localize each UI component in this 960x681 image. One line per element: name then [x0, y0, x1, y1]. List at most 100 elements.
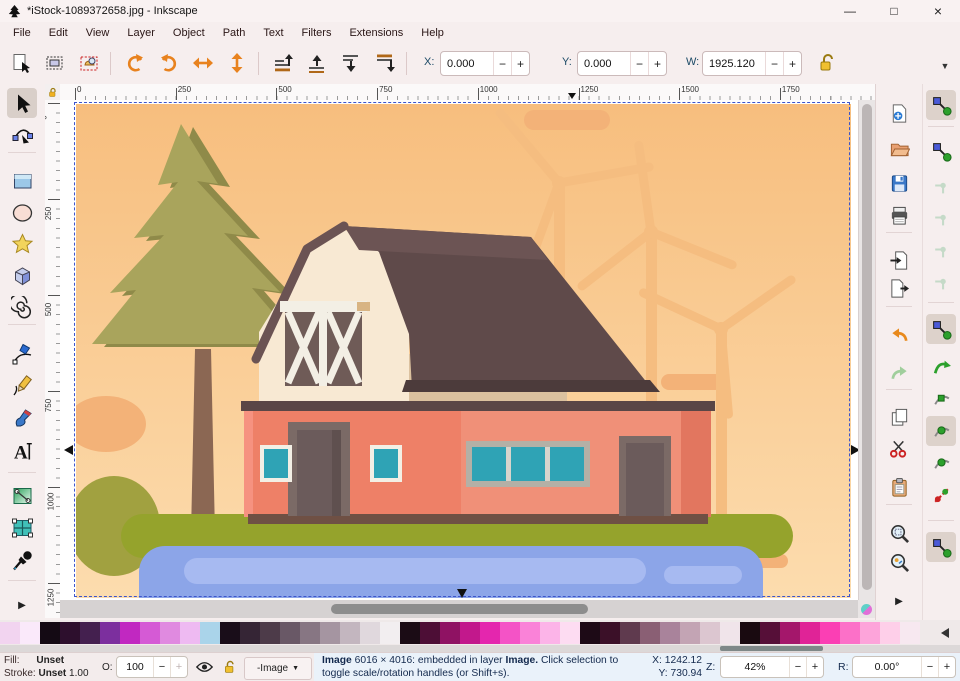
- palette-swatch[interactable]: [340, 622, 360, 644]
- palette-swatch[interactable]: [460, 622, 480, 644]
- w-plus-button[interactable]: +: [783, 52, 801, 75]
- commands-bar-expander[interactable]: ▶: [884, 586, 914, 616]
- tool-node-editor[interactable]: [7, 118, 37, 148]
- palette-swatch[interactable]: [160, 622, 180, 644]
- zoom-value[interactable]: 42%: [721, 657, 789, 677]
- zoom-plus-button[interactable]: +: [806, 657, 823, 677]
- snap-others-toggle[interactable]: [926, 532, 956, 562]
- opacity-plus-button[interactable]: +: [170, 657, 187, 677]
- menu-path[interactable]: Path: [214, 25, 255, 41]
- import-button[interactable]: [884, 245, 914, 275]
- y-field-value[interactable]: 0.000: [578, 52, 630, 75]
- tool-selector[interactable]: [7, 88, 37, 118]
- rotate-cw-button[interactable]: [154, 48, 184, 78]
- tool-dropper[interactable]: [7, 545, 37, 575]
- duplicate-button[interactable]: [884, 402, 914, 432]
- palette-swatch[interactable]: [220, 622, 240, 644]
- page-image[interactable]: [75, 103, 852, 599]
- toolbar-overflow-button[interactable]: ▼: [930, 51, 960, 81]
- document-new-button[interactable]: [884, 98, 914, 128]
- palette-swatch[interactable]: [580, 622, 600, 644]
- opacity-minus-button[interactable]: −: [153, 657, 170, 677]
- zoom-selection-button[interactable]: [884, 518, 914, 548]
- x-minus-button[interactable]: −: [493, 52, 511, 75]
- tool-mesh[interactable]: [7, 512, 37, 542]
- zoom-drawing-button[interactable]: [884, 547, 914, 577]
- w-field-value[interactable]: 1925.120: [703, 52, 765, 75]
- palette-swatch[interactable]: [800, 622, 820, 644]
- rotation-plus-button[interactable]: +: [938, 657, 955, 677]
- cms-toggle[interactable]: [858, 600, 875, 618]
- palette-swatch[interactable]: [560, 622, 580, 644]
- rotation-value[interactable]: 0.00°: [853, 657, 921, 677]
- menu-edit[interactable]: Edit: [40, 25, 77, 41]
- palette-swatch[interactable]: [840, 622, 860, 644]
- palette-swatch[interactable]: [300, 622, 320, 644]
- document-print-button[interactable]: [884, 200, 914, 230]
- snap-midpoints-toggle[interactable]: [926, 480, 956, 510]
- palette-swatch[interactable]: [20, 622, 40, 644]
- horizontal-scrollbar[interactable]: [60, 600, 858, 618]
- palette-swatch[interactable]: [540, 622, 560, 644]
- palette-swatch[interactable]: [660, 622, 680, 644]
- palette-swatch[interactable]: [700, 622, 720, 644]
- fill-value[interactable]: Unset: [36, 655, 64, 666]
- zoom-field[interactable]: 42% − +: [720, 656, 824, 678]
- palette-swatch[interactable]: [40, 622, 60, 644]
- menu-file[interactable]: File: [4, 25, 40, 41]
- opacity-field[interactable]: 100 − +: [116, 656, 188, 678]
- rotation-minus-button[interactable]: −: [921, 657, 938, 677]
- tool-calligraphy[interactable]: [7, 402, 37, 432]
- palette-swatch[interactable]: [200, 622, 220, 644]
- lower-to-bottom-button[interactable]: [370, 48, 400, 78]
- palette-scrollbar[interactable]: [0, 645, 960, 652]
- undo-button[interactable]: [884, 320, 914, 350]
- x-field[interactable]: 0.000 − +: [440, 51, 530, 76]
- snap-bbox-edges-toggle[interactable]: [926, 170, 956, 200]
- flip-vertical-button[interactable]: [222, 48, 252, 78]
- menu-text[interactable]: Text: [254, 25, 292, 41]
- palette-swatch[interactable]: [180, 622, 200, 644]
- tool-ellipse[interactable]: [7, 197, 37, 227]
- x-field-value[interactable]: 0.000: [441, 52, 493, 75]
- vertical-scrollbar-thumb[interactable]: [862, 104, 872, 590]
- tool-spiral[interactable]: [7, 292, 37, 322]
- opacity-value[interactable]: 100: [117, 657, 153, 677]
- document-open-button[interactable]: [884, 133, 914, 163]
- palette-swatch[interactable]: [600, 622, 620, 644]
- snap-bounding-box-toggle[interactable]: [926, 136, 956, 166]
- snap-enabled-toggle[interactable]: [926, 90, 956, 120]
- zoom-minus-button[interactable]: −: [789, 657, 806, 677]
- y-field[interactable]: 0.000 − +: [577, 51, 667, 76]
- menu-help[interactable]: Help: [412, 25, 453, 41]
- w-field[interactable]: 1925.120 − +: [702, 51, 802, 76]
- palette-swatch[interactable]: [900, 622, 920, 644]
- vertical-ruler[interactable]: 025050075010001250: [45, 100, 61, 618]
- x-plus-button[interactable]: +: [511, 52, 529, 75]
- snap-path-intersections-toggle[interactable]: [926, 384, 956, 414]
- menu-filters[interactable]: Filters: [293, 25, 341, 41]
- menu-layer[interactable]: Layer: [118, 25, 164, 41]
- stroke-value[interactable]: Unset: [38, 668, 66, 679]
- snap-cusp-nodes-toggle[interactable]: [926, 416, 956, 446]
- toolbox-expander[interactable]: ▶: [7, 590, 37, 620]
- cut-button[interactable]: [884, 433, 914, 463]
- palette-swatch[interactable]: [720, 622, 740, 644]
- lower-button[interactable]: [336, 48, 366, 78]
- palette-swatch[interactable]: [480, 622, 500, 644]
- palette-swatch[interactable]: [80, 622, 100, 644]
- flip-horizontal-button[interactable]: [188, 48, 218, 78]
- tool-box-3d[interactable]: [7, 260, 37, 290]
- ruler-corner[interactable]: [45, 84, 61, 101]
- snap-nodes-toggle[interactable]: [926, 314, 956, 344]
- palette-swatch[interactable]: [420, 622, 440, 644]
- export-button[interactable]: [884, 273, 914, 303]
- canvas[interactable]: [60, 100, 858, 600]
- palette-swatch[interactable]: [280, 622, 300, 644]
- menu-view[interactable]: View: [77, 25, 119, 41]
- maximize-button[interactable]: □: [872, 0, 916, 22]
- palette-scroll-left-button[interactable]: [941, 628, 949, 638]
- layer-lock-icon[interactable]: [222, 659, 237, 675]
- palette-swatch[interactable]: [760, 622, 780, 644]
- tool-star[interactable]: [7, 228, 37, 258]
